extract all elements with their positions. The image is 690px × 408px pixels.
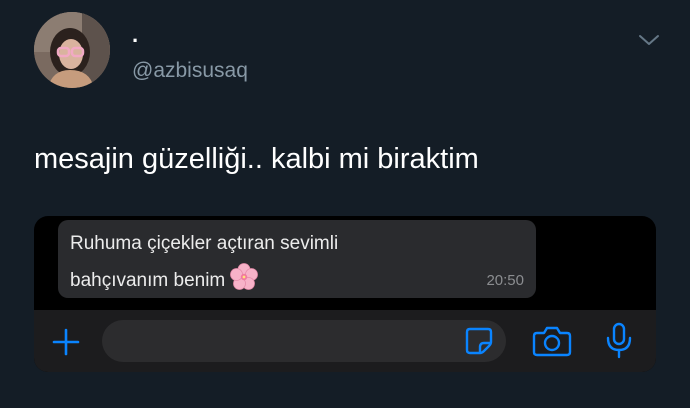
display-name[interactable]: .: [132, 22, 138, 48]
plus-icon[interactable]: [50, 326, 82, 358]
camera-icon[interactable]: [532, 324, 572, 358]
message-timestamp: 20:50: [486, 272, 524, 289]
attached-screenshot[interactable]: Ruhuma çiçekler açtıran sevimli bahçıvan…: [34, 216, 656, 372]
chevron-down-icon[interactable]: [636, 30, 662, 50]
microphone-icon[interactable]: [604, 322, 634, 360]
message-text-line-2-label: bahçıvanım benim: [70, 270, 226, 291]
tweet-text: mesajin güzelliği.. kalbi mi biraktim: [34, 143, 479, 175]
sticker-icon[interactable]: [464, 326, 494, 356]
message-text-line-1: Ruhuma çiçekler açtıran sevimli: [70, 233, 339, 254]
cherry-blossom-icon: [230, 263, 259, 290]
username-handle[interactable]: @azbisusaq: [132, 58, 248, 84]
avatar-photo-icon: [34, 12, 110, 88]
message-text-line-2: bahçıvanım benim: [70, 262, 259, 293]
tweet-card: . @azbisusaq mesajin güzelliği.. kalbi m…: [0, 0, 690, 408]
message-bubble: Ruhuma çiçekler açtıran sevimli bahçıvan…: [58, 220, 536, 298]
message-input[interactable]: [102, 320, 506, 362]
profile-avatar[interactable]: [34, 12, 110, 88]
message-input-bar: [34, 310, 656, 372]
